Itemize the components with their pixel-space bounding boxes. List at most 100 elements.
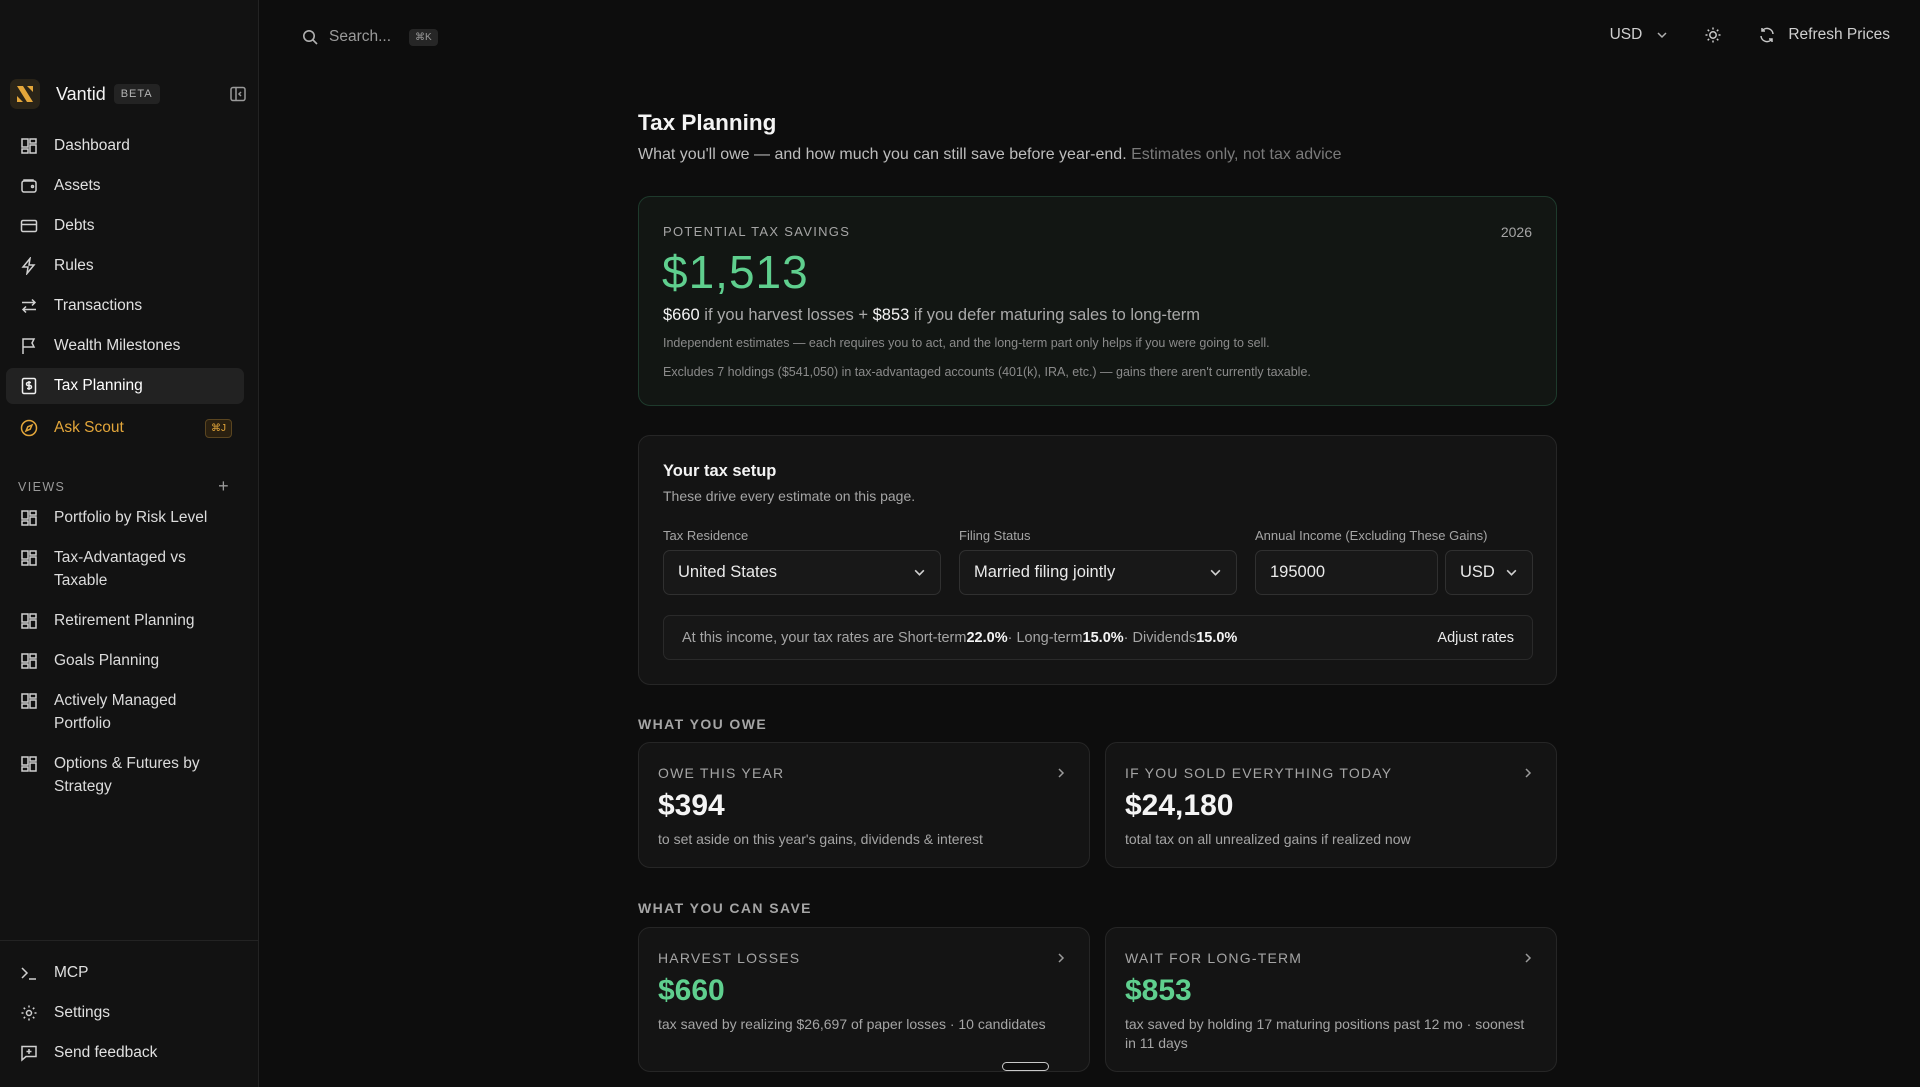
card-value: $660: [658, 974, 725, 1007]
tax-residence-select[interactable]: United States: [663, 550, 941, 595]
tax-rates-summary: At this income, your tax rates are Short…: [663, 615, 1533, 660]
search-bar[interactable]: Search... ⌘K: [302, 28, 438, 46]
grid-icon: [18, 610, 40, 632]
nav-item-debts[interactable]: Debts: [6, 208, 244, 244]
long-term-label: · Long-term: [1007, 629, 1083, 646]
nav-label: MCP: [54, 964, 89, 981]
view-item-goals-planning[interactable]: Goals Planning: [6, 649, 244, 672]
hero-label: POTENTIAL TAX SAVINGS: [663, 224, 851, 239]
income-currency-select[interactable]: USD: [1445, 550, 1533, 595]
credit-card-icon: [18, 215, 40, 237]
chevron-right-icon: [1522, 952, 1534, 964]
card-value: $853: [1125, 974, 1192, 1007]
scroll-indicator[interactable]: [1002, 1062, 1049, 1071]
card-label: OWE THIS YEAR: [658, 765, 785, 781]
nav-item-transactions[interactable]: Transactions: [6, 288, 244, 324]
nav-item-wealth-milestones[interactable]: Wealth Milestones: [6, 328, 244, 364]
ask-scout-label: Ask Scout: [54, 419, 124, 436]
income-currency-value: USD: [1460, 563, 1495, 581]
page-subtitle: What you'll owe — and how much you can s…: [638, 146, 1342, 164]
potential-savings-amount: $1,513: [662, 246, 809, 298]
refresh-prices-button[interactable]: Refresh Prices: [1758, 26, 1890, 44]
nav-item-tax-planning[interactable]: Tax Planning: [6, 368, 244, 404]
filing-label: Filing Status: [959, 528, 1031, 543]
potential-savings-card: POTENTIAL TAX SAVINGS 2026 $1,513 $660 i…: [638, 196, 1557, 406]
arrows-swap-icon: [18, 295, 40, 317]
nav-item-mcp[interactable]: MCP: [6, 955, 244, 991]
chevron-down-icon: [1209, 566, 1222, 579]
views-header: VIEWS +: [18, 476, 230, 497]
long-term-rate: 15.0%: [1082, 629, 1124, 646]
annual-income-input[interactable]: 195000: [1255, 550, 1438, 595]
sidebar-bottom: MCP Settings Send feedback: [0, 940, 259, 1075]
card-value: $394: [658, 789, 725, 822]
dividends-rate: 15.0%: [1196, 629, 1238, 646]
view-item-actively-managed[interactable]: Actively Managed Portfolio: [6, 689, 244, 735]
sun-icon[interactable]: [1704, 26, 1722, 44]
tax-year: 2026: [1500, 224, 1532, 240]
grid-icon: [18, 690, 40, 712]
estimate-note: Independent estimates — each requires yo…: [663, 336, 1270, 350]
nav-label: Transactions: [54, 297, 143, 314]
nav-label: Rules: [54, 257, 94, 274]
setup-subtitle: These drive every estimate on this page.: [663, 488, 916, 504]
views-heading: VIEWS: [18, 479, 66, 494]
views-list: Portfolio by Risk Level Tax-Advantaged v…: [6, 506, 244, 815]
view-label: Options & Futures by Strategy: [54, 755, 200, 795]
income-value: 195000: [1270, 563, 1326, 581]
chevron-right-icon: [1055, 952, 1067, 964]
topbar: Search... ⌘K USD Refresh Prices: [260, 0, 1920, 76]
currency-selector[interactable]: USD: [1610, 26, 1669, 44]
sold-everything-card[interactable]: IF YOU SOLD EVERYTHING TODAY $24,180 tot…: [1105, 742, 1557, 868]
filing-status-select[interactable]: Married filing jointly: [959, 550, 1237, 595]
rates-prefix: At this income, your tax rates are Short…: [682, 629, 967, 646]
main-nav: Dashboard Assets Debts Rules Transaction…: [6, 128, 244, 450]
view-label: Retirement Planning: [54, 612, 195, 629]
defer-amount: $853: [872, 306, 910, 324]
adjust-rates-button[interactable]: Adjust rates: [1437, 630, 1514, 646]
tax-setup-card: Your tax setup These drive every estimat…: [638, 435, 1557, 685]
residence-label: Tax Residence: [663, 528, 749, 543]
sidebar: Vantid BETA Dashboard Assets Debts Rules…: [0, 0, 259, 1087]
compass-icon: [18, 417, 40, 439]
nav-label: Debts: [54, 217, 95, 234]
grid-icon: [18, 547, 40, 569]
chevron-right-icon: [1055, 767, 1067, 779]
view-label: Goals Planning: [54, 652, 160, 669]
harvest-amount: $660: [663, 306, 700, 324]
view-item-options-futures[interactable]: Options & Futures by Strategy: [6, 752, 244, 798]
view-item-portfolio-by-risk[interactable]: Portfolio by Risk Level: [6, 506, 244, 529]
card-value: $24,180: [1125, 789, 1234, 822]
card-description: to set aside on this year's gains, divid…: [658, 831, 983, 847]
sidebar-collapse-icon[interactable]: [227, 83, 249, 105]
view-label: Portfolio by Risk Level: [54, 509, 208, 526]
nav-label: Dashboard: [54, 137, 130, 154]
nav-label: Wealth Milestones: [54, 337, 181, 354]
nav-item-dashboard[interactable]: Dashboard: [6, 128, 244, 164]
card-label: HARVEST LOSSES: [658, 950, 801, 966]
tax-receipt-icon: [18, 375, 40, 397]
grid-icon: [18, 753, 40, 775]
owe-this-year-card[interactable]: OWE THIS YEAR $394 to set aside on this …: [638, 742, 1090, 868]
topbar-actions: USD Refresh Prices: [1610, 26, 1890, 44]
lightning-icon: [18, 255, 40, 277]
card-label: IF YOU SOLD EVERYTHING TODAY: [1125, 765, 1393, 781]
harvest-losses-card[interactable]: HARVEST LOSSES $660 tax saved by realizi…: [638, 927, 1090, 1072]
beta-badge: BETA: [113, 84, 160, 104]
add-view-icon[interactable]: +: [218, 476, 230, 497]
vantid-logo-icon[interactable]: [10, 79, 40, 109]
view-item-tax-advantaged[interactable]: Tax-Advantaged vs Taxable: [6, 546, 244, 592]
currency-value: USD: [1609, 26, 1643, 43]
nav-item-assets[interactable]: Assets: [6, 168, 244, 204]
gear-icon: [18, 1002, 40, 1024]
wallet-icon: [18, 175, 40, 197]
nav-item-rules[interactable]: Rules: [6, 248, 244, 284]
ask-scout-button[interactable]: Ask Scout ⌘J: [6, 410, 244, 446]
nav-item-settings[interactable]: Settings: [6, 995, 244, 1031]
grid-icon: [18, 507, 40, 529]
nav-item-send-feedback[interactable]: Send feedback: [6, 1035, 244, 1071]
exclusion-note: Excludes 7 holdings ($541,050) in tax-ad…: [663, 365, 1311, 379]
view-item-retirement-planning[interactable]: Retirement Planning: [6, 609, 244, 632]
what-you-can-save-heading: WHAT YOU CAN SAVE: [638, 900, 812, 916]
wait-long-term-card[interactable]: WAIT FOR LONG-TERM $853 tax saved by hol…: [1105, 927, 1557, 1072]
